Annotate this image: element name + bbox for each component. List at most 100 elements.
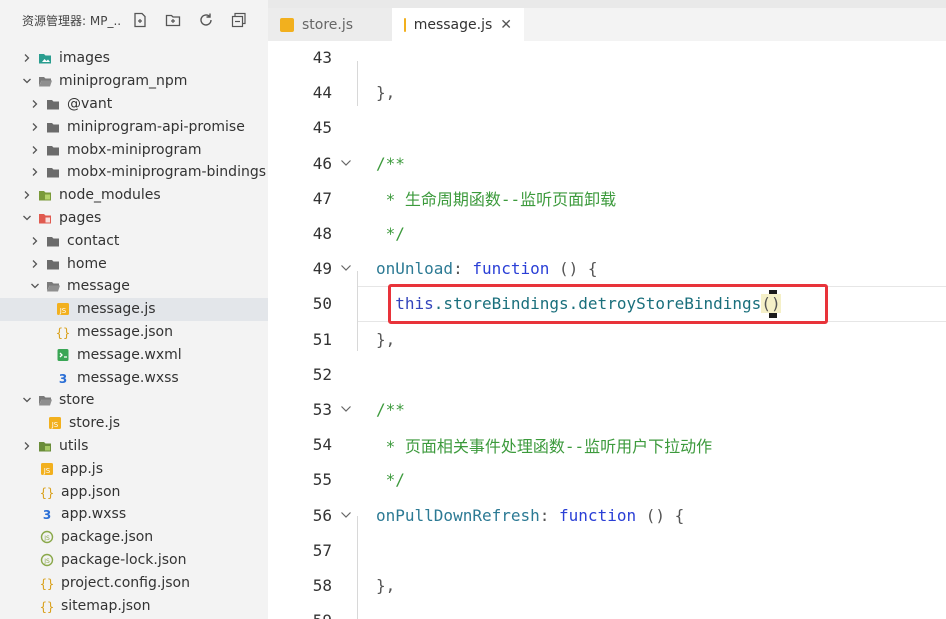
folder-open-icon	[46, 279, 60, 293]
tree-item-miniprogram-api-promise[interactable]: miniprogram-api-promise	[0, 115, 268, 138]
chevron-right-icon[interactable]	[28, 234, 42, 248]
chevron-right-icon[interactable]	[20, 439, 34, 453]
tree-item-label: images	[59, 50, 110, 67]
tree-item-images[interactable]: images	[0, 47, 268, 70]
tree-item-message-wxss[interactable]: 3 message.wxss	[0, 366, 268, 389]
code-line[interactable]: 53 /**	[268, 392, 946, 427]
fold-chevron-icon[interactable]	[340, 153, 351, 166]
json-file-icon: {}	[40, 485, 54, 499]
svg-text:{}: {}	[56, 326, 70, 339]
folder-icon	[46, 165, 60, 179]
svg-text:{}: {}	[40, 600, 54, 613]
tree-item-app-js[interactable]: JS app.js	[0, 457, 268, 480]
code-line[interactable]: 59	[268, 603, 946, 619]
tab-store-js[interactable]: store.js	[268, 8, 392, 41]
chevron-right-icon[interactable]	[28, 257, 42, 271]
tree-item-home[interactable]: home	[0, 252, 268, 275]
collapse-icon[interactable]	[229, 10, 249, 30]
code-line[interactable]: 43	[268, 41, 946, 75]
tree-item-pages[interactable]: pages	[0, 207, 268, 230]
line-number: 58	[312, 576, 332, 595]
chevron-down-icon[interactable]	[20, 393, 34, 407]
tab-message-js[interactable]: message.js ✕	[392, 8, 524, 41]
code-token: onPullDownRefresh	[376, 505, 540, 525]
code-line[interactable]: 58},	[268, 568, 946, 603]
chevron-down-icon[interactable]	[28, 279, 42, 293]
tree-item-label: miniprogram_npm	[59, 73, 188, 90]
code-token: */	[376, 470, 405, 490]
tree-item-sitemap-json[interactable]: {} sitemap.json	[0, 594, 268, 617]
code-line[interactable]: 46 /**	[268, 146, 946, 181]
svg-text:{}: {}	[40, 486, 54, 499]
explorer-actions	[130, 10, 249, 30]
code-line[interactable]: 45	[268, 110, 946, 145]
tree-item-label: store.js	[69, 415, 121, 432]
tab-label: message.js	[413, 16, 493, 33]
chevron-right-icon[interactable]	[28, 120, 42, 134]
code-text: },	[376, 576, 395, 595]
tree-item-app-wxss[interactable]: 3 app.wxss	[0, 503, 268, 526]
fold-chevron-icon[interactable]	[340, 399, 351, 412]
fold-chevron-icon[interactable]	[340, 258, 351, 272]
code-line[interactable]: 48 */	[268, 216, 946, 251]
tree-item-app-json[interactable]: {} app.json	[0, 480, 268, 503]
js-file-icon	[280, 17, 294, 32]
chevron-right-icon[interactable]	[28, 97, 42, 111]
code-line[interactable]: 49 onUnload: function () {	[268, 251, 946, 286]
code-line[interactable]: 50 this.storeBindings.detroyStoreBinding…	[268, 286, 946, 321]
refresh-icon[interactable]	[196, 10, 216, 30]
tree-item-package-json[interactable]: JS package.json	[0, 526, 268, 549]
tree-item-message[interactable]: message	[0, 275, 268, 298]
fold-chevron-icon[interactable]	[340, 505, 351, 518]
code-token: ()	[761, 294, 781, 314]
code-token: * 生命周期函数--监听页面卸载	[376, 190, 617, 210]
chevron-down-icon[interactable]	[20, 211, 34, 225]
code-line[interactable]: 56 onPullDownRefresh: function () {	[268, 498, 946, 533]
line-number: 51	[312, 329, 332, 349]
tree-item-store-js[interactable]: JS store.js	[0, 412, 268, 435]
close-icon[interactable]: ✕	[500, 17, 512, 33]
wxss-file-icon: 3	[56, 371, 70, 385]
chevron-right-icon[interactable]	[20, 188, 34, 202]
tree-item-mobx-miniprogram[interactable]: mobx-miniprogram	[0, 138, 268, 161]
chevron-right-icon[interactable]	[28, 143, 42, 157]
tree-item-package-lock-json[interactable]: JS package-lock.json	[0, 549, 268, 572]
svg-text:JS: JS	[51, 421, 59, 429]
code-line[interactable]: 54 * 页面相关事件处理函数--监听用户下拉动作	[268, 427, 946, 462]
chevron-down-icon[interactable]	[20, 74, 34, 88]
tree-item-mobx-miniprogram-bindings[interactable]: mobx-miniprogram-bindings	[0, 161, 268, 184]
tree-item-miniprogram-npm[interactable]: miniprogram_npm	[0, 70, 268, 93]
new-file-icon[interactable]	[130, 10, 150, 30]
tree-item-label: mobx-miniprogram	[67, 141, 202, 158]
line-number: 43	[312, 48, 332, 67]
folder-icon	[46, 97, 60, 111]
code-token: /**	[376, 153, 405, 173]
chevron-right-icon[interactable]	[28, 165, 42, 179]
tree-item-label: app.js	[61, 460, 103, 477]
folder-open-icon	[38, 393, 52, 407]
tree-item-project-config-json[interactable]: {} project.config.json	[0, 571, 268, 594]
tree-item-utils[interactable]: utils	[0, 435, 268, 458]
code-line[interactable]: 55 */	[268, 462, 946, 497]
wxss-file-icon: 3	[40, 507, 54, 521]
code-line[interactable]: 47 * 生命周期函数--监听页面卸载	[268, 181, 946, 216]
tree-item-contact[interactable]: contact	[0, 229, 268, 252]
svg-text:JS: JS	[43, 467, 51, 475]
tree-item-node-modules[interactable]: node_modules	[0, 184, 268, 207]
code-line[interactable]: 52	[268, 357, 946, 392]
pages-folder-icon	[38, 211, 52, 225]
tree-item--vant[interactable]: @vant	[0, 93, 268, 116]
tree-item-message-json[interactable]: {} message.json	[0, 321, 268, 344]
tree-item-message-js[interactable]: JS message.js	[0, 297, 268, 321]
code-text: onPullDownRefresh: function () {	[376, 506, 684, 525]
tree-item-label: message.json	[77, 323, 173, 340]
new-folder-icon[interactable]	[163, 10, 183, 30]
code-line[interactable]: 44},	[268, 75, 946, 110]
chevron-right-icon[interactable]	[20, 51, 34, 65]
tree-item-label: message.js	[77, 301, 156, 318]
code-line[interactable]: 51},	[268, 322, 946, 357]
code-editor[interactable]: 43 44}, 45 46/** 47 * 生命周期函数--监听页面卸载 48 */49 o…	[268, 41, 946, 619]
code-line[interactable]: 57	[268, 533, 946, 568]
tree-item-message-wxml[interactable]: message.wxml	[0, 343, 268, 366]
tree-item-store[interactable]: store	[0, 389, 268, 412]
